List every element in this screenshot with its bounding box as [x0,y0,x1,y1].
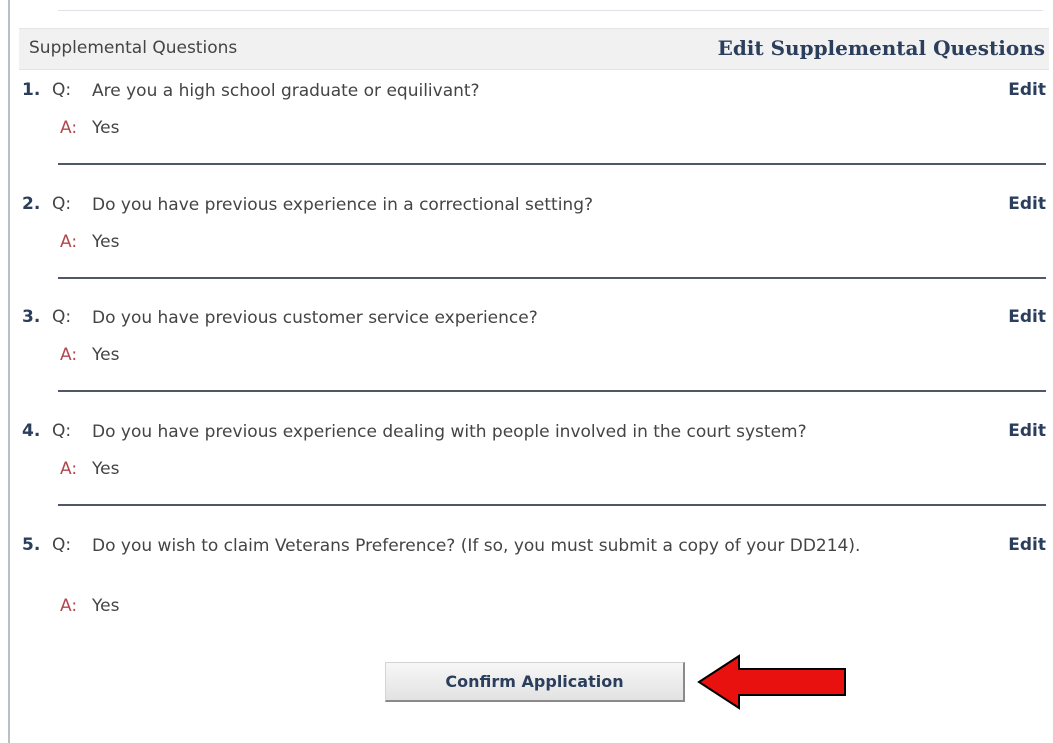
question-text: Are you a high school graduate or equili… [92,81,480,101]
edit-question-4-link[interactable]: Edit [1008,421,1046,441]
question-prefix: Q: [52,535,72,555]
question-number: 3. [22,307,41,327]
edit-question-1-link[interactable]: Edit [1008,80,1046,100]
question-number: 4. [22,421,41,441]
question-prefix: Q: [52,421,72,441]
confirm-application-button[interactable]: Confirm Application [385,662,685,702]
answer-text: Yes [92,232,120,252]
answer-prefix: A: [60,118,78,138]
question-divider [58,163,1046,165]
question-divider [58,277,1046,279]
question-prefix: Q: [52,307,72,327]
edit-supplemental-questions-link[interactable]: Edit Supplemental Questions [718,36,1045,60]
arrow-shape [697,654,846,710]
answer-prefix: A: [60,345,78,365]
left-border-rule [8,0,10,743]
edit-question-3-link[interactable]: Edit [1008,307,1046,327]
question-divider [58,504,1046,506]
question-number: 1. [22,80,41,100]
answer-prefix: A: [60,459,78,479]
question-divider [58,390,1046,392]
question-text: Do you have previous customer service ex… [92,308,538,328]
section-title: Supplemental Questions [29,38,238,58]
answer-text: Yes [92,459,120,479]
answer-prefix: A: [60,596,78,616]
section-header: Supplemental Questions Edit Supplemental… [19,28,1049,70]
question-text: Do you have previous experience in a cor… [92,195,594,215]
red-arrow-left-icon [697,654,846,710]
question-prefix: Q: [52,80,72,100]
question-text: Do you have previous experience dealing … [92,422,807,442]
question-number: 5. [22,535,41,555]
question-number: 2. [22,194,41,214]
answer-text: Yes [92,345,120,365]
answer-text: Yes [92,596,120,616]
question-prefix: Q: [52,194,72,214]
edit-question-5-link[interactable]: Edit [1008,535,1046,555]
top-divider [58,10,1043,11]
answer-text: Yes [92,118,120,138]
question-text: Do you wish to claim Veterans Preference… [92,536,861,556]
edit-question-2-link[interactable]: Edit [1008,194,1046,214]
answer-prefix: A: [60,232,78,252]
